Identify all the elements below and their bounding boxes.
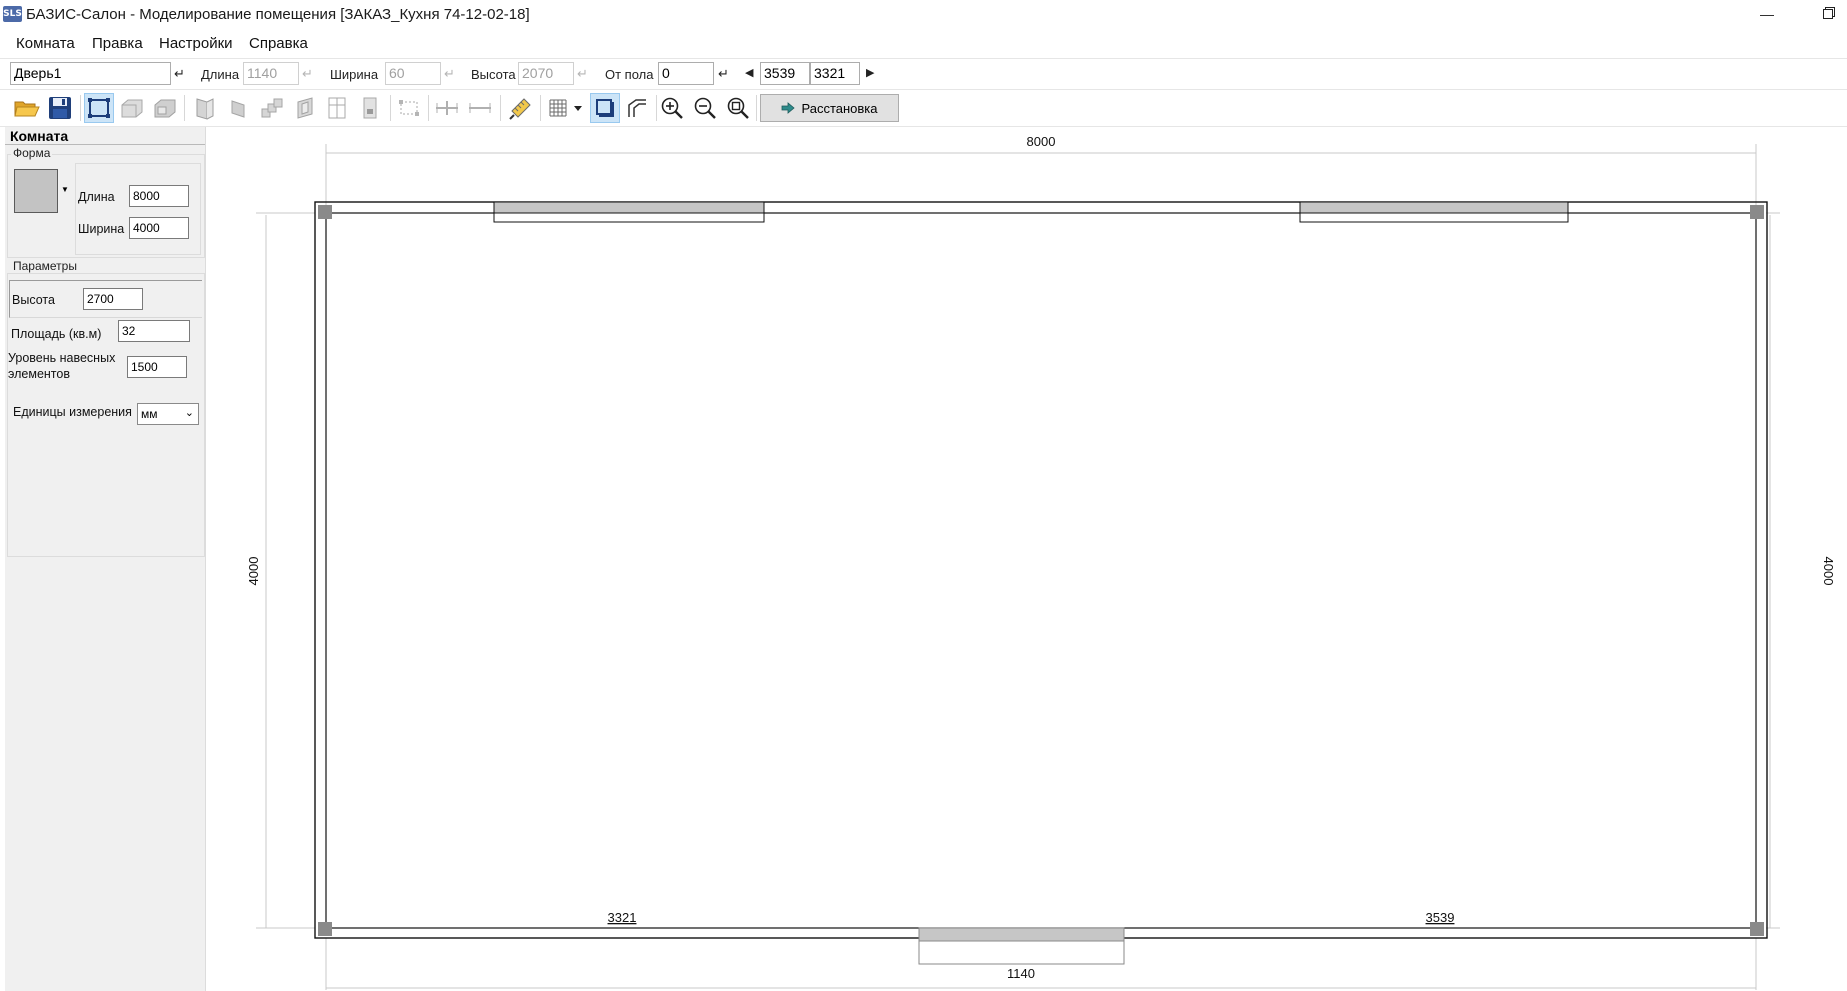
object-name-input[interactable]: Дверь1 <box>10 62 171 85</box>
wall-icon[interactable] <box>117 93 147 123</box>
room-plan-drawing: 8000 4000 4000 3321 3539 1140 <box>246 134 1836 990</box>
apply-height-icon[interactable]: ↵ <box>577 66 588 82</box>
from-floor-input[interactable]: 0 <box>658 62 714 85</box>
zoom-fit-icon[interactable] <box>723 93 753 123</box>
outline-icon[interactable] <box>590 93 620 123</box>
apply-width-icon[interactable]: ↵ <box>444 66 455 82</box>
open-folder-icon[interactable] <box>12 93 42 123</box>
niche-icon[interactable] <box>290 93 320 123</box>
window-title: БАЗИС-Салон - Моделирование помещения [З… <box>26 6 530 23</box>
zoom-in-icon[interactable] <box>657 93 687 123</box>
door-dimension: 1140 <box>1007 966 1035 981</box>
top-dimension: 8000 <box>1027 134 1056 149</box>
height-label: Высота <box>471 67 516 82</box>
menu-bar: Комната Правка Настройки Справка <box>0 32 1847 56</box>
width-label: Ширина <box>330 67 379 82</box>
level-label-1: Уровень навесных <box>8 351 116 365</box>
units-label: Единицы измерения <box>13 405 132 419</box>
apply-name-icon[interactable]: ↵ <box>174 66 185 82</box>
room-shape-preview[interactable] <box>14 169 58 213</box>
save-icon[interactable] <box>45 93 75 123</box>
main-toolbar <box>0 90 1847 127</box>
corner-handle-tr <box>1750 205 1764 219</box>
width-input[interactable]: 60 <box>385 62 441 85</box>
corner-icon[interactable] <box>622 93 652 123</box>
socket-icon[interactable] <box>355 93 385 123</box>
arrange-button-label: Расстановка <box>801 100 878 116</box>
shape-group-label: Форма <box>11 146 53 160</box>
door-icon[interactable] <box>190 93 220 123</box>
bottom-right-dimension: 3539 <box>1426 910 1455 925</box>
corner-handle-br <box>1750 922 1764 936</box>
inner-wall <box>325 212 1757 929</box>
from-floor-label: От пола <box>605 67 654 82</box>
chevron-down-icon: ⌄ <box>184 407 194 419</box>
room-width-input[interactable]: 4000 <box>129 217 189 239</box>
zoom-out-icon[interactable] <box>690 93 720 123</box>
menu-help[interactable]: Справка <box>249 35 308 52</box>
outer-wall <box>314 201 1768 939</box>
menu-room[interactable]: Комната <box>16 35 75 52</box>
restore-icon[interactable] <box>1814 4 1844 24</box>
shape-dropdown-icon[interactable]: ▼ <box>61 185 69 194</box>
room-length-input[interactable]: 8000 <box>129 185 189 207</box>
arrow-left-icon[interactable]: ◀ <box>745 66 753 79</box>
room-properties-panel: Комната Форма ▼ Длина 8000 Ширина 4000 П… <box>5 127 206 991</box>
left-offset-input[interactable]: 3539 <box>760 62 810 85</box>
height-input[interactable]: 2070 <box>518 62 574 85</box>
room-length-label: Длина <box>78 190 115 204</box>
left-dimension: 4000 <box>246 557 261 586</box>
minimize-icon[interactable]: — <box>1752 4 1782 24</box>
corner-handle-bl <box>318 922 332 936</box>
room-width-label: Ширина <box>78 222 125 236</box>
corner-handle-tl <box>318 205 332 219</box>
right-offset-input[interactable]: 3321 <box>810 62 860 85</box>
area-label: Площадь (кв.м) <box>11 327 102 341</box>
menu-settings[interactable]: Настройки <box>159 35 233 52</box>
dimension-icon[interactable] <box>394 93 424 123</box>
remove-element-icon[interactable] <box>465 93 495 123</box>
room-plan-icon[interactable] <box>84 93 114 123</box>
grid-dropdown-icon[interactable] <box>570 93 586 123</box>
panel-title: Комната <box>5 127 205 145</box>
area-input[interactable]: 32 <box>118 320 190 342</box>
level-label-2: элементов <box>8 367 70 381</box>
stairs-icon[interactable] <box>257 93 287 123</box>
units-value: мм <box>141 407 158 421</box>
length-input[interactable]: 1140 <box>243 62 299 85</box>
length-label: Длина <box>201 67 240 82</box>
menu-edit[interactable]: Правка <box>92 35 143 52</box>
wall-3d-icon[interactable] <box>150 93 180 123</box>
level-input[interactable]: 1500 <box>127 356 187 378</box>
app-logo-icon: SLS <box>3 6 22 22</box>
room-height-input[interactable]: 2700 <box>83 288 143 310</box>
title-bar: SLS БАЗИС-Салон - Моделирование помещени… <box>0 0 1847 30</box>
plan-canvas[interactable]: 8000 4000 4000 3321 3539 1140 <box>206 127 1847 991</box>
units-select[interactable]: мм ⌄ <box>137 403 199 425</box>
apply-from-floor-icon[interactable]: ↵ <box>718 66 729 82</box>
object-params-bar: Дверь1 ↵ Длина 1140 ↵ Ширина 60 ↵ Высота… <box>0 58 1847 90</box>
size-subgroup <box>75 163 201 255</box>
column-icon[interactable] <box>322 93 352 123</box>
apply-length-icon[interactable]: ↵ <box>302 66 313 82</box>
right-dimension: 4000 <box>1821 557 1836 586</box>
params-group-label: Параметры <box>11 259 79 273</box>
window-icon[interactable] <box>224 93 254 123</box>
arrow-right-icon <box>782 102 796 114</box>
ruler-pencil-icon[interactable] <box>506 93 536 123</box>
arrow-right-icon[interactable]: ▶ <box>866 66 874 79</box>
arrange-button[interactable]: Расстановка <box>760 94 899 122</box>
add-element-icon[interactable] <box>432 93 462 123</box>
bottom-left-dimension: 3321 <box>608 910 637 925</box>
room-height-label: Высота <box>12 293 55 307</box>
